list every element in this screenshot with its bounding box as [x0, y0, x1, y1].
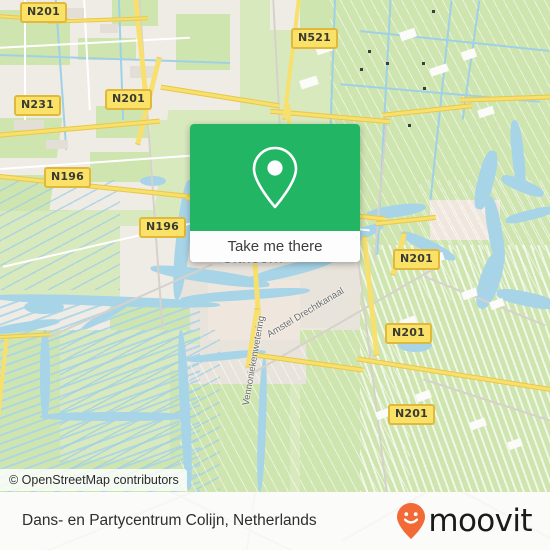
- moovit-pin-smiley-icon: [396, 502, 426, 540]
- location-callout-card[interactable]: Take me there: [190, 124, 360, 262]
- moovit-wordmark: moovit: [428, 502, 532, 539]
- road-shield-n201-d: N201: [385, 323, 432, 344]
- road-shield-n201-e: N201: [388, 404, 435, 425]
- road-shield-n201-b: N201: [105, 89, 152, 110]
- road-shield-n196-b: N196: [139, 217, 186, 238]
- screenshot-root: Uithoorn Amstel Drechtkanaal Vennonieken…: [0, 0, 550, 550]
- road-shield-n201-a: N201: [20, 2, 67, 23]
- footer-place-title: Dans- en Partycentrum Colijn, Netherland…: [22, 512, 317, 529]
- road-shield-n201-c: N201: [393, 249, 440, 270]
- card-pin-area: [190, 124, 360, 231]
- road-shield-n521: N521: [291, 28, 338, 49]
- footer-bar: Dans- en Partycentrum Colijn, Netherland…: [0, 492, 550, 550]
- take-me-there-button[interactable]: Take me there: [190, 231, 360, 262]
- osm-attribution[interactable]: © OpenStreetMap contributors: [0, 469, 187, 491]
- moovit-brand[interactable]: moovit: [396, 502, 533, 540]
- map-pin-icon: [248, 145, 302, 211]
- road-shield-n231: N231: [14, 95, 61, 116]
- road-shield-n196-a: N196: [44, 167, 91, 188]
